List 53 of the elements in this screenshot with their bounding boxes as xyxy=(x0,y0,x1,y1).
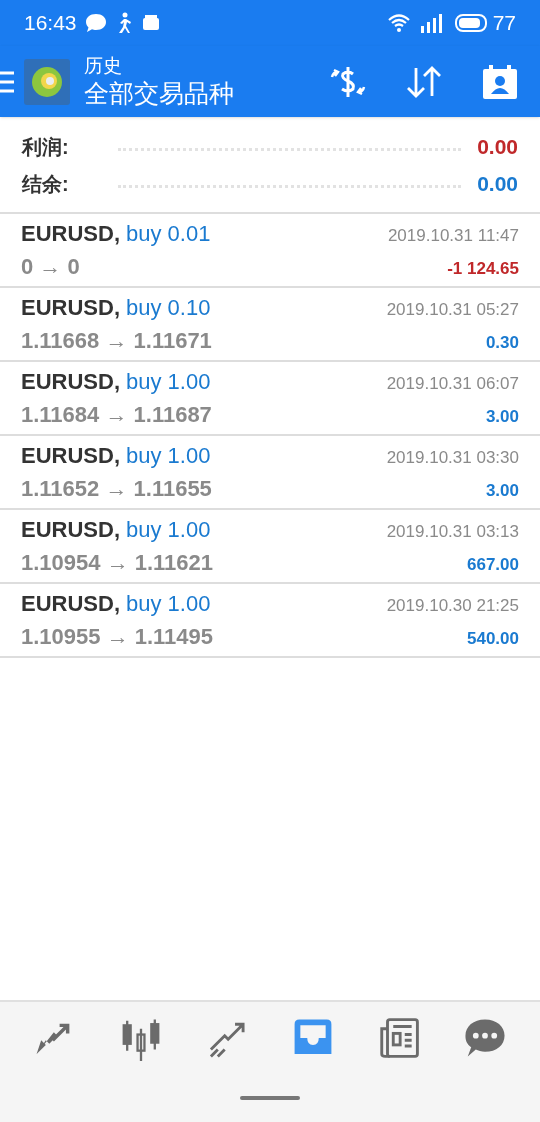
trade-row[interactable]: EURUSD, buy 1.00 2019.10.31 03:30 1.11652 → 1.11655 3.00 xyxy=(0,436,540,510)
summary-value: 0.00 xyxy=(477,133,518,160)
trade-profit: -1 124.65 xyxy=(447,258,519,280)
trade-action: buy 0.01 xyxy=(126,220,211,248)
bus-icon xyxy=(140,13,161,33)
toolbar-subtitle: 历史 xyxy=(84,54,123,78)
trade-symbol: EURUSD, xyxy=(21,590,120,618)
trade-prices: 1.11668 → 1.11671 xyxy=(21,327,212,355)
trade-symbol: EURUSD, xyxy=(21,220,120,248)
menu-icon[interactable] xyxy=(0,69,14,94)
trade-symbol: EURUSD, xyxy=(21,516,120,544)
cellular-signal-icon xyxy=(418,12,443,34)
summary-label: 利润: xyxy=(22,134,70,160)
wifi-icon xyxy=(386,13,411,33)
calendar-person-icon[interactable] xyxy=(482,63,518,100)
trade-profit: 540.00 xyxy=(467,628,519,650)
trade-time: 2019.10.31 06:07 xyxy=(386,373,519,395)
trade-action: buy 1.00 xyxy=(126,368,211,396)
trade-profit: 667.00 xyxy=(467,554,519,576)
trade-symbol: EURUSD, xyxy=(21,294,120,322)
battery-icon xyxy=(454,14,489,32)
trade-action: buy 1.00 xyxy=(126,590,211,618)
trade-prices: 1.11652 → 1.11655 xyxy=(21,475,212,503)
home-indicator xyxy=(240,1096,300,1100)
trade-action: buy 1.00 xyxy=(126,516,211,544)
status-time: 16:43 xyxy=(24,10,77,37)
trade-prices: 1.11684 → 1.11687 xyxy=(21,401,212,429)
trade-profit: 3.00 xyxy=(485,480,519,502)
toolbar-title: 全部交易品种 xyxy=(84,77,234,109)
message-icon xyxy=(84,13,107,33)
trade-row[interactable]: EURUSD, buy 0.10 2019.10.31 05:27 1.11668 → 1.11671 0.30 xyxy=(0,288,540,362)
trade-profit: 0.30 xyxy=(485,332,519,354)
summary-label: 结余: xyxy=(22,171,70,197)
summary-value: 0.00 xyxy=(477,170,518,197)
trade-prices: 0 → 0 xyxy=(21,253,80,281)
trade-action: buy 1.00 xyxy=(126,442,211,470)
trade-symbol: EURUSD, xyxy=(21,368,120,396)
app-logo-icon xyxy=(24,58,70,105)
trade-time: 2019.10.31 05:27 xyxy=(386,299,519,321)
trade-row[interactable]: EURUSD, buy 0.01 2019.10.31 11:47 0 → 0 -1 124.65 xyxy=(0,214,540,288)
trade-time: 2019.10.31 03:30 xyxy=(386,447,519,469)
trade-profit: 3.00 xyxy=(485,406,519,428)
trade-prices: 1.10955 → 1.11495 xyxy=(21,623,214,651)
trade-row[interactable]: EURUSD, buy 1.00 2019.10.31 06:07 1.11684 → 1.11687 3.00 xyxy=(0,362,540,436)
trade-time: 2019.10.31 11:47 xyxy=(387,225,519,247)
trade-time: 2019.10.31 03:13 xyxy=(386,521,519,543)
battery-level: 77 xyxy=(492,10,516,37)
trade-row[interactable]: EURUSD, buy 1.00 2019.10.31 03:13 1.10954 → 1.11621 667.00 xyxy=(0,510,540,584)
trade-symbol: EURUSD, xyxy=(21,442,120,470)
trade-prices: 1.10954 → 1.11621 xyxy=(21,549,214,577)
trade-row[interactable]: EURUSD, buy 1.00 2019.10.30 21:25 1.10955 → 1.11495 540.00 xyxy=(0,584,540,658)
trade-action: buy 0.10 xyxy=(126,294,211,322)
trade-time: 2019.10.30 21:25 xyxy=(386,595,519,617)
